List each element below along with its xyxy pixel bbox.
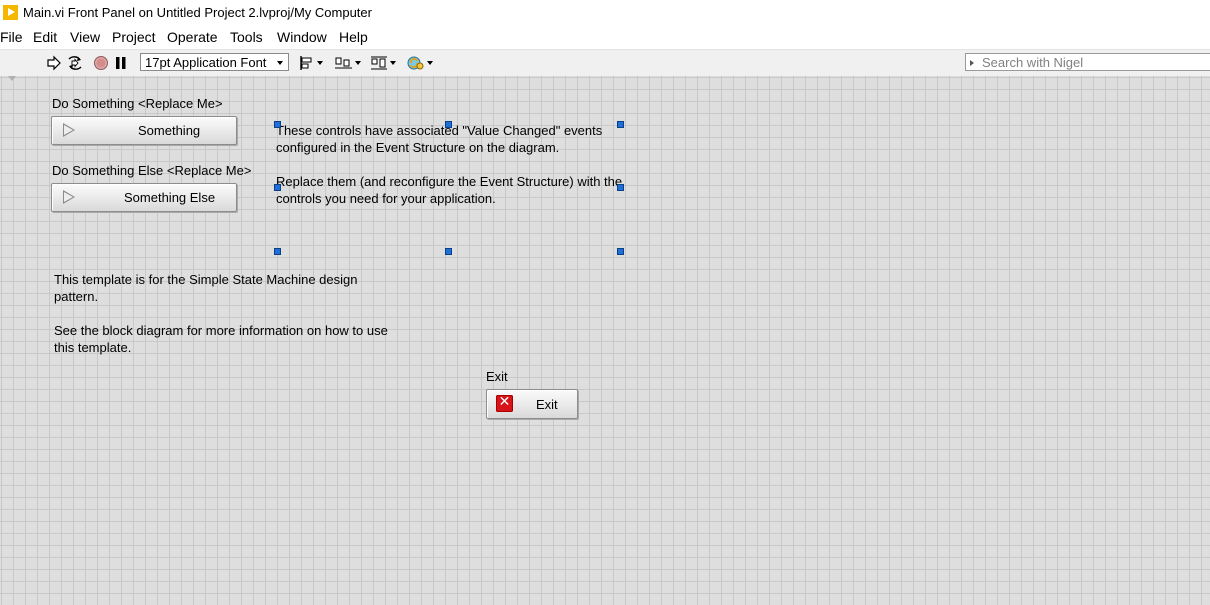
template-note-line-1: This template is for the Simple State Ma… bbox=[54, 272, 358, 287]
search-input[interactable]: Search with Nigel bbox=[965, 53, 1210, 71]
labview-vi-icon bbox=[3, 5, 18, 20]
chevron-down-icon bbox=[355, 61, 361, 65]
menu-view[interactable]: View bbox=[70, 29, 100, 45]
exit-button[interactable]: ✕ Exit bbox=[486, 389, 578, 419]
menu-edit[interactable]: Edit bbox=[33, 29, 57, 45]
selection-handle[interactable] bbox=[445, 248, 452, 255]
replace-note-line-1: Replace them (and reconfigure the Event … bbox=[276, 174, 623, 189]
pause-icon[interactable] bbox=[115, 54, 127, 72]
play-triangle-icon bbox=[63, 123, 75, 137]
run-arrow-icon[interactable] bbox=[46, 54, 62, 72]
event-note-line-1: These controls have associated "Value Ch… bbox=[276, 123, 603, 138]
run-continuously-icon[interactable] bbox=[66, 54, 84, 72]
menu-operate[interactable]: Operate bbox=[167, 29, 218, 45]
menu-tools[interactable]: Tools bbox=[230, 29, 263, 45]
selection-handle[interactable] bbox=[274, 248, 281, 255]
reorder-icon[interactable] bbox=[407, 54, 433, 72]
chevron-down-icon bbox=[427, 61, 433, 65]
search-icon bbox=[970, 60, 974, 66]
play-triangle-icon bbox=[63, 190, 75, 204]
menu-window[interactable]: Window bbox=[277, 29, 327, 45]
menu-project[interactable]: Project bbox=[112, 29, 156, 45]
font-select[interactable]: 17pt Application Font bbox=[140, 53, 289, 71]
selection-handle[interactable] bbox=[617, 248, 624, 255]
window-title: Main.vi Front Panel on Untitled Project … bbox=[23, 5, 372, 20]
font-select-value: 17pt Application Font bbox=[145, 55, 267, 70]
selection-handle[interactable] bbox=[274, 184, 281, 191]
exit-button-text: Exit bbox=[536, 397, 558, 412]
selection-handle[interactable] bbox=[274, 121, 281, 128]
toolbar: 17pt Application Font Search with Nigel bbox=[0, 49, 1210, 77]
chevron-down-icon bbox=[390, 61, 396, 65]
something-else-button-text: Something Else bbox=[124, 190, 216, 205]
chevron-down-icon bbox=[277, 61, 283, 65]
menu-file[interactable]: File bbox=[0, 29, 23, 45]
diagram-note-line-1: See the block diagram for more informati… bbox=[54, 323, 388, 338]
something-button[interactable]: Something bbox=[51, 116, 237, 145]
something-else-button[interactable]: Something Else bbox=[51, 183, 237, 212]
search-placeholder: Search with Nigel bbox=[982, 55, 1084, 70]
chevron-down-icon bbox=[317, 61, 323, 65]
selection-handle[interactable] bbox=[445, 121, 452, 128]
resize-objects-icon[interactable] bbox=[370, 54, 396, 72]
diagram-note-line-2: this template. bbox=[54, 340, 132, 355]
distribute-objects-icon[interactable] bbox=[335, 54, 361, 72]
replace-note-line-2: controls you need for your application. bbox=[276, 191, 496, 206]
event-note-line-2: configured in the Event Structure on the… bbox=[276, 140, 560, 155]
selection-handle[interactable] bbox=[617, 121, 624, 128]
exit-label: Exit bbox=[486, 369, 508, 384]
origin-marker-icon bbox=[8, 76, 16, 81]
close-x-icon: ✕ bbox=[496, 394, 513, 412]
do-something-label: Do Something <Replace Me> bbox=[52, 96, 223, 111]
align-objects-icon[interactable] bbox=[299, 54, 323, 72]
menu-bar: File Edit View Project Operate Tools Win… bbox=[0, 26, 1210, 49]
front-panel-canvas[interactable]: Do Something <Replace Me> Something Do S… bbox=[0, 76, 1210, 605]
selection-handle[interactable] bbox=[617, 184, 624, 191]
template-note-line-2: pattern. bbox=[54, 289, 99, 304]
menu-help[interactable]: Help bbox=[339, 29, 368, 45]
title-bar: Main.vi Front Panel on Untitled Project … bbox=[0, 0, 1210, 26]
do-something-else-label: Do Something Else <Replace Me> bbox=[52, 163, 252, 178]
something-button-text: Something bbox=[138, 123, 201, 138]
abort-execution-icon[interactable] bbox=[93, 54, 109, 72]
